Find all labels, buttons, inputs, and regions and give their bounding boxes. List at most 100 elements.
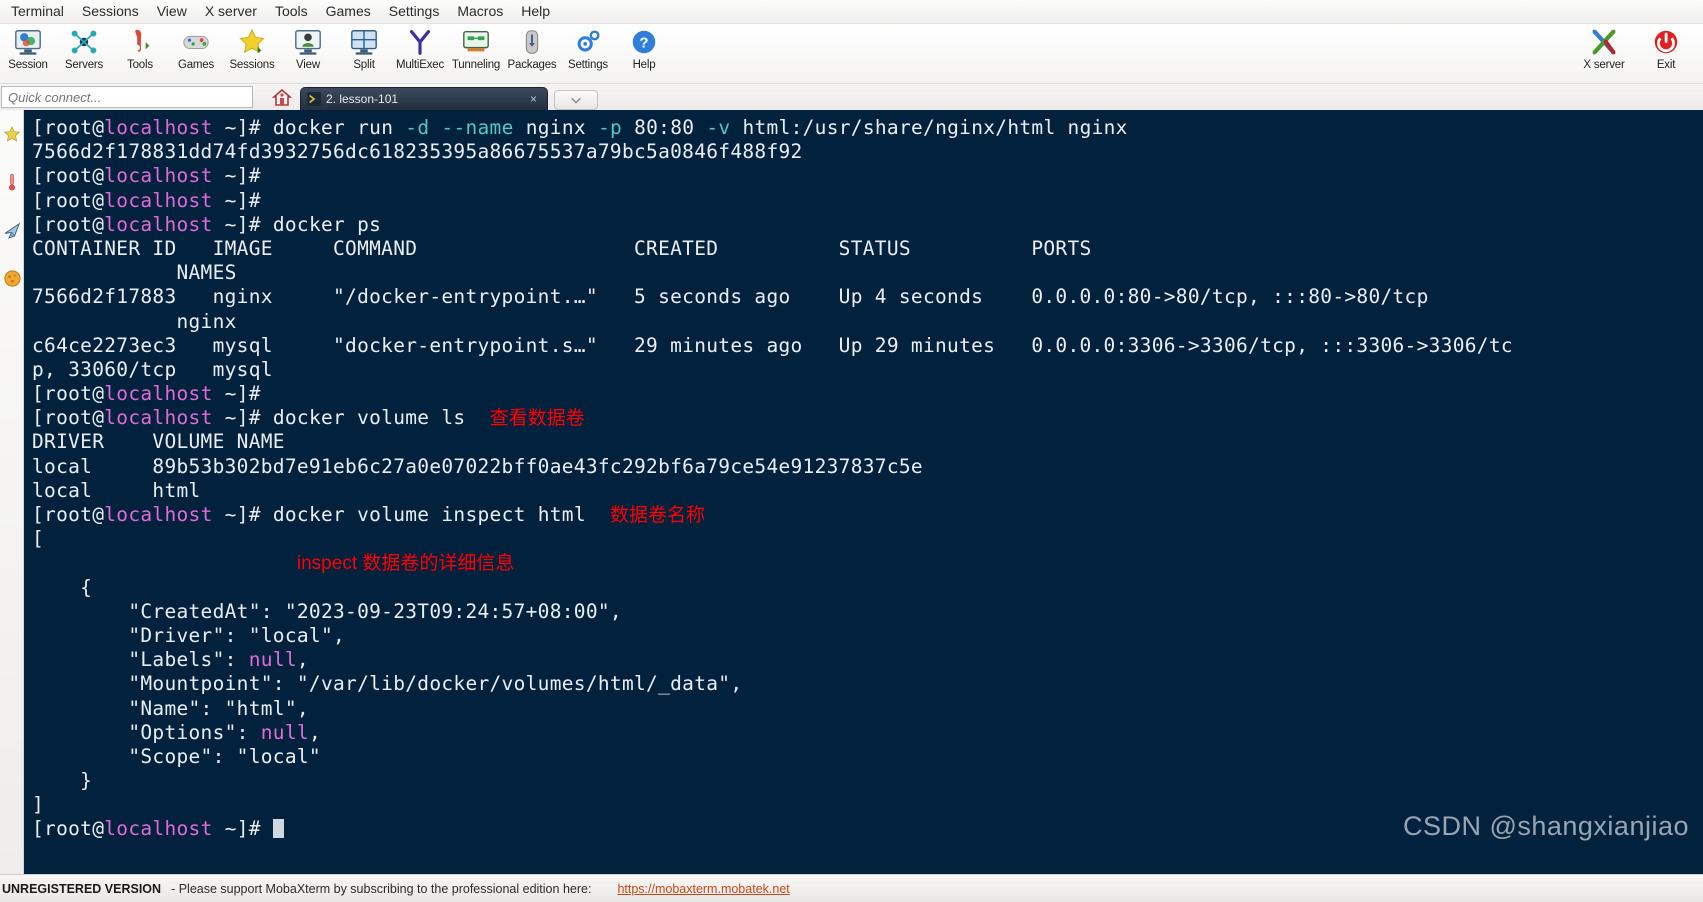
unregistered-label: UNREGISTERED VERSION (2, 881, 162, 896)
toolbar-button-label: MultiExec (395, 59, 445, 71)
prompt-user: [root@ (32, 817, 105, 841)
toolbar-button-servers[interactable]: Servers (56, 24, 112, 82)
terminal-output-line: 7566d2f178831dd74fd3932756dc618235395a86… (32, 140, 1703, 164)
prompt-tail: ~]# (212, 164, 273, 188)
toolbar-button-help[interactable]: ? Help (616, 24, 672, 82)
toolbar-button-tunneling[interactable]: Tunneling (448, 24, 504, 82)
tab-strip: 2. lesson-101 × (300, 84, 598, 110)
terminal-prompt-line: [root@localhost ~]# (32, 164, 1703, 188)
toolbar: Session Servers Tools Games Sessions View Spli… (0, 24, 1703, 84)
toolbar-button-split[interactable]: Split (336, 24, 392, 82)
terminal-annotation-line: inspect 数据卷的详细信息 (32, 551, 1703, 575)
menu-xserver[interactable]: X server (196, 1, 266, 22)
terminal-tab[interactable]: 2. lesson-101 × (300, 87, 548, 110)
servers-icon (69, 27, 99, 57)
toolbar-button-tools[interactable]: Tools (112, 24, 168, 82)
terminal-output-line: local 89b53b302bd7e91eb6c27a0e07022bff0a… (32, 455, 1703, 479)
toolbar-button-multiexec[interactable]: MultiExec (392, 24, 448, 82)
cmd-option: -p (597, 116, 623, 139)
cmd-text: docker ps (272, 212, 382, 236)
prompt-host: localhost (104, 382, 213, 406)
prompt-user: [root@ (32, 212, 105, 236)
terminal-command-line: [root@localhost ~]# docker volume inspec… (32, 503, 1703, 527)
terminal-cursor (272, 819, 284, 839)
x-server-icon (1592, 29, 1616, 55)
terminal-output-line: } (32, 769, 1703, 793)
prompt-host: localhost (104, 406, 213, 430)
menu-macros[interactable]: Macros (448, 1, 512, 22)
menu-terminal[interactable]: Terminal (2, 1, 73, 22)
menu-help[interactable]: Help (512, 1, 559, 22)
output-text: "Name": "html", (32, 696, 309, 720)
split-icon (351, 30, 377, 55)
tab-label: 2. lesson-101 (326, 92, 399, 106)
toolbar-button-session[interactable]: Session (0, 24, 56, 82)
terminal-output-line: [ (32, 527, 1703, 551)
terminal-output-line: "Driver": "local", (32, 624, 1703, 648)
json-key: "Options": (32, 720, 261, 744)
menu-tools[interactable]: Tools (266, 1, 317, 22)
mobaxterm-link[interactable]: https://mobaxterm.mobatek.net (617, 882, 789, 896)
toolbar-button-packages[interactable]: Packages (504, 24, 560, 82)
subscribe-message: - Please support MobaXterm by subscribin… (171, 881, 592, 896)
sidebar-favorites-star-icon[interactable] (0, 110, 24, 158)
annotation-text: inspect 数据卷的详细信息 (296, 553, 515, 575)
chevron-down-icon (571, 97, 581, 104)
terminal-prompt-line: [root@localhost ~]# (32, 189, 1703, 213)
json-key: "Labels": (32, 648, 249, 672)
output-text: c64ce2273ec3 mysql "docker-entrypoint.s…… (32, 333, 1513, 357)
split-icon (349, 27, 379, 57)
toolbar-button-label: Packages (507, 59, 557, 71)
mobaxterm-window: Terminal Sessions View X server Tools Games Se… (0, 0, 1703, 902)
plane-icon (4, 222, 20, 239)
terminal-panel[interactable]: [root@localhost ~]# docker run -d --name… (24, 110, 1703, 874)
session-icon (15, 30, 41, 55)
menu-sessions[interactable]: Sessions (73, 1, 148, 22)
toolbar-button-view[interactable]: View (280, 24, 336, 82)
prompt-user: [root@ (32, 164, 105, 188)
new-tab-button[interactable] (554, 90, 598, 110)
toolbar-button-x-server[interactable]: X server (1573, 24, 1635, 82)
sidebar-packages-globe-icon[interactable] (0, 254, 24, 302)
prompt-tail: ~]# (212, 503, 273, 526)
terminal-prompt-line: [root@localhost ~]# (32, 817, 1703, 841)
toolbar-button-label: Settings (568, 59, 608, 71)
prompt-user: [root@ (32, 188, 105, 212)
toolbar-buttons: Session Servers Tools Games Sessions View Spli… (0, 24, 672, 82)
sessions-star-icon (237, 27, 267, 57)
help-icon: ? (632, 30, 656, 54)
prompt-user: [root@ (32, 116, 105, 139)
quick-connect-input[interactable] (1, 86, 253, 108)
terminal-output-line: ] (32, 793, 1703, 817)
tab-close-icon[interactable]: × (526, 92, 541, 106)
toolbar-button-settings[interactable]: Settings (560, 24, 616, 82)
menu-view[interactable]: View (148, 1, 196, 22)
prompt-host: localhost (104, 164, 213, 188)
menu-settings[interactable]: Settings (380, 1, 449, 22)
terminal-command-line: [root@localhost ~]# docker volume ls 查看数… (32, 406, 1703, 430)
cmd-option: -d --name (405, 116, 514, 139)
output-text: local 89b53b302bd7e91eb6c27a0e07022bff0a… (32, 454, 923, 478)
x-server-icon (1589, 27, 1619, 57)
toolbar-button-label: Servers (64, 59, 104, 71)
toolbar-button-exit[interactable]: Exit (1635, 24, 1697, 82)
home-button[interactable] (267, 85, 297, 109)
terminal-output-line: DRIVER VOLUME NAME (32, 430, 1703, 454)
terminal-output-line: { (32, 576, 1703, 600)
tunneling-icon (461, 27, 491, 57)
output-text: 7566d2f178831dd74fd3932756dc618235395a86… (32, 140, 803, 164)
toolbar-button-sessions[interactable]: Sessions (224, 24, 280, 82)
prompt-host: localhost (104, 188, 213, 212)
svg-text:?: ? (639, 35, 648, 52)
prompt-tail: ~]# (212, 188, 273, 212)
terminal-output-line: "Labels": null, (32, 648, 309, 672)
sidebar-monitor-thermometer-icon[interactable] (0, 158, 24, 206)
cmd-text: 80:80 (622, 116, 707, 139)
toolbar-button-games[interactable]: Games (168, 24, 224, 82)
terminal-output-line: "Options": null, (32, 720, 321, 744)
terminal-output-line: "Scope": "local" (32, 745, 1703, 769)
menu-games[interactable]: Games (317, 1, 380, 22)
multiexec-icon (409, 30, 431, 55)
sidebar-tools-plane-icon[interactable] (0, 206, 24, 254)
quick-connect-row: 2. lesson-101 × (0, 84, 1703, 110)
